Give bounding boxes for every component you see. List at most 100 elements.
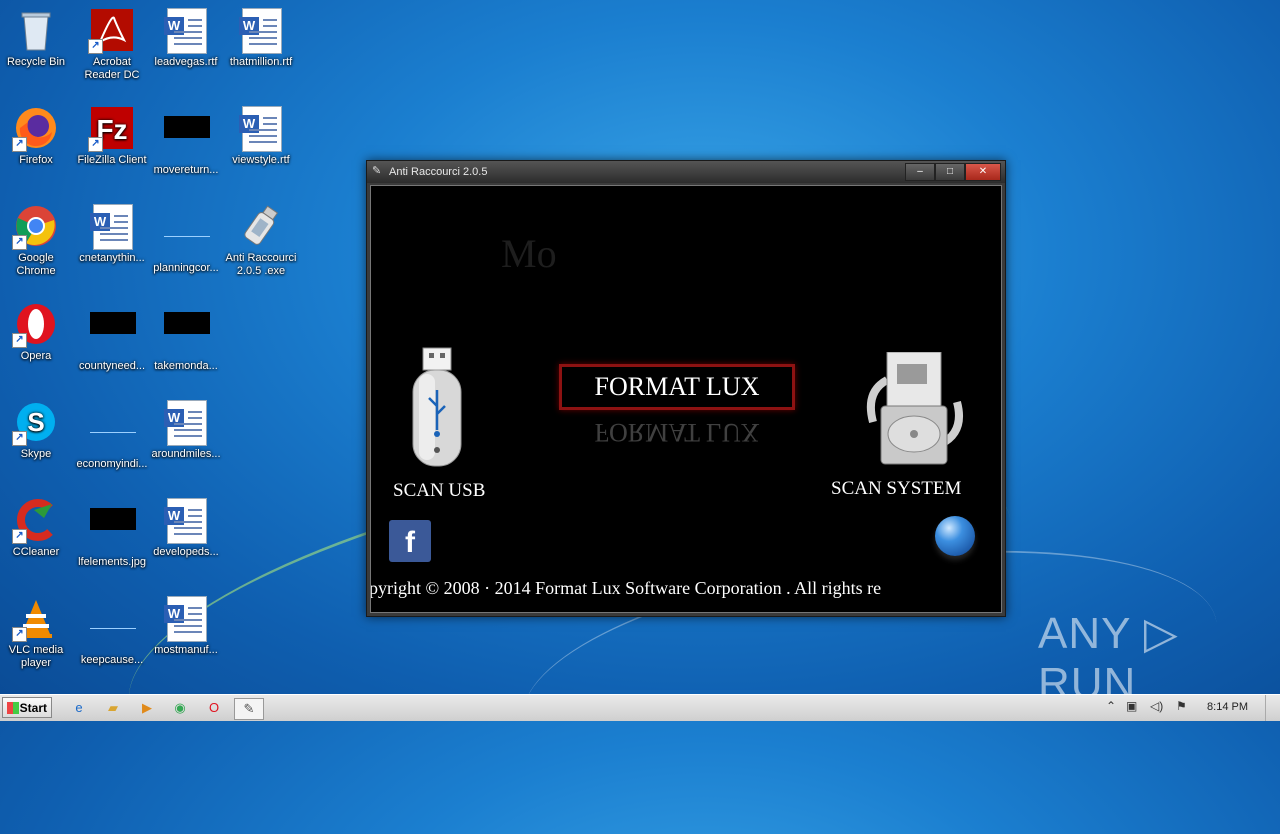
desktop-icon-label: Opera: [20, 350, 52, 362]
image-thumbnail-icon: [90, 508, 136, 552]
scan-usb-icon[interactable]: [409, 346, 465, 474]
minimize-button[interactable]: –: [905, 163, 935, 181]
action-center-flag-icon[interactable]: ⚑: [1176, 699, 1187, 713]
opera-icon: ↗: [12, 302, 58, 348]
desktop-icon-label: aroundmiles...: [151, 448, 221, 460]
close-button[interactable]: ✕: [965, 163, 1001, 181]
globe-icon[interactable]: [935, 516, 975, 556]
desktop-icon-label: thatmillion.rtf: [229, 56, 293, 68]
desktop-icon-leadvegas[interactable]: W leadvegas.rtf: [150, 8, 222, 69]
show-hidden-icons-icon[interactable]: ⌃: [1106, 699, 1116, 713]
file-thumbnail-icon: [164, 214, 210, 258]
desktop-icon-label: planningcor...: [153, 262, 219, 274]
word-document-icon: W: [239, 8, 283, 54]
scan-system-label[interactable]: SCAN SYSTEM: [831, 478, 961, 500]
desktop-icon-ccleaner[interactable]: ↗ CCleaner: [0, 498, 72, 559]
desktop-icon-label: leadvegas.rtf: [154, 56, 218, 68]
desktop-icon-planningcor[interactable]: planningcor...: [150, 204, 222, 275]
shortcut-arrow-icon: ↗: [12, 529, 27, 544]
filezilla-icon: Fz ↗: [88, 106, 134, 152]
desktop-icon-label: economyindi...: [76, 458, 148, 470]
network-icon[interactable]: ▣: [1126, 699, 1137, 713]
desktop-icon-cnetanythin[interactable]: W cnetanythin...: [76, 204, 148, 265]
scan-usb-label[interactable]: SCAN USB: [393, 480, 485, 502]
desktop-icon-label: Firefox: [19, 154, 53, 166]
desktop-icon-lfelements[interactable]: lfelements.jpg: [76, 498, 148, 569]
desktop-icon-recycle-bin[interactable]: Recycle Bin: [0, 8, 72, 69]
shortcut-arrow-icon: ↗: [12, 431, 27, 446]
desktop-icon-acrobat[interactable]: ↗ Acrobat Reader DC: [76, 8, 148, 82]
desktop-icon-filezilla[interactable]: Fz ↗ FileZilla Client: [76, 106, 148, 167]
desktop-icon-developeds[interactable]: W developeds...: [150, 498, 222, 559]
desktop-icon-vlc[interactable]: ↗ VLC media player: [0, 596, 72, 670]
desktop-icon-takemonda[interactable]: takemonda...: [150, 302, 222, 373]
file-thumbnail-icon: [164, 116, 210, 160]
desktop-icon-skype[interactable]: S ↗ Skype: [0, 400, 72, 461]
desktop-icon-anti-raccourci-exe[interactable]: Anti Raccourci 2.0.5 .exe: [225, 204, 297, 278]
word-document-icon: W: [164, 498, 208, 544]
desktop-icon-keepcause[interactable]: keepcause...: [76, 596, 148, 667]
desktop-icon-viewstyle[interactable]: W viewstyle.rtf: [225, 106, 297, 167]
vlc-icon: ↗: [12, 596, 58, 642]
acrobat-icon: ↗: [88, 8, 134, 54]
clock[interactable]: 8:14 PM: [1207, 701, 1248, 713]
desktop-icon-economyindi[interactable]: economyindi...: [76, 400, 148, 471]
window-titlebar[interactable]: ✎ Anti Raccourci 2.0.5 – □ ✕: [367, 161, 1005, 183]
word-document-icon: W: [90, 204, 134, 250]
copyright-text: pyright © 2008 · 2014 Format Lux Softwar…: [371, 578, 882, 598]
ccleaner-icon: ↗: [12, 498, 58, 544]
firefox-icon: ↗: [12, 106, 58, 152]
skype-icon: S ↗: [12, 400, 58, 446]
chrome-icon: ↗: [12, 204, 58, 250]
system-tray: ⌃ ▣ ◁) ⚑: [1100, 695, 1280, 721]
facebook-icon[interactable]: f: [389, 520, 431, 562]
usb-drive-icon: [239, 204, 283, 248]
svg-text:S: S: [27, 407, 44, 437]
opera-taskbar-icon[interactable]: O: [203, 698, 225, 718]
desktop-icon-label: developeds...: [153, 546, 219, 558]
desktop-icon-label: lfelements.jpg: [78, 556, 146, 568]
desktop-icon-countyneed[interactable]: countyneed...: [76, 302, 148, 373]
anti-raccourci-taskbar-icon[interactable]: ✎: [234, 698, 264, 720]
volume-icon[interactable]: ◁): [1150, 699, 1163, 713]
desktop-icon-aroundmiles[interactable]: W aroundmiles...: [150, 400, 222, 461]
file-thumbnail-icon: [90, 606, 136, 650]
desktop-icon-label: movereturn...: [153, 164, 219, 176]
desktop-icon-label: takemonda...: [154, 360, 218, 372]
desktop-icon-opera[interactable]: ↗ Opera: [0, 302, 72, 363]
word-document-icon: W: [164, 596, 208, 642]
desktop-icon-mostmanuf[interactable]: W mostmanuf...: [150, 596, 222, 657]
file-thumbnail-icon: [164, 312, 210, 356]
internet-explorer-icon[interactable]: e: [68, 698, 90, 718]
desktop-icon-thatmillion[interactable]: W thatmillion.rtf: [225, 8, 297, 69]
media-player-icon[interactable]: ▶: [136, 698, 158, 718]
file-thumbnail-icon: [90, 410, 136, 454]
scan-system-icon[interactable]: [859, 351, 969, 470]
chrome-taskbar-icon[interactable]: ◉: [169, 698, 191, 718]
desktop-icon-label: Google Chrome: [16, 252, 56, 277]
desktop-icon-firefox[interactable]: ↗ Firefox: [0, 106, 72, 167]
faded-text: Mo: [501, 231, 557, 276]
desktop-icon-movereturn[interactable]: movereturn...: [150, 106, 222, 177]
shortcut-arrow-icon: ↗: [12, 333, 27, 348]
word-document-icon: W: [239, 106, 283, 152]
file-explorer-icon[interactable]: ▰: [102, 698, 124, 718]
show-desktop-button[interactable]: [1265, 695, 1280, 721]
shortcut-arrow-icon: ↗: [12, 137, 27, 152]
desktop-icon-label: Skype: [20, 448, 52, 460]
recycle-bin-icon: [14, 8, 58, 52]
desktop-icon-google-chrome[interactable]: ↗ Google Chrome: [0, 204, 72, 278]
desktop-icon-label: CCleaner: [12, 546, 60, 558]
app-usb-icon: ✎: [372, 165, 382, 177]
logo-reflection: FORMAT LUX: [594, 418, 760, 447]
shortcut-arrow-icon: ↗: [12, 627, 27, 642]
desktop-icon-label: keepcause...: [80, 654, 144, 666]
anti-raccourci-window: ✎ Anti Raccourci 2.0.5 – □ ✕ Mo SCAN USB…: [366, 160, 1006, 617]
file-thumbnail-icon: [90, 312, 136, 356]
window-title: Anti Raccourci 2.0.5: [389, 166, 488, 178]
desktop-icon-label: mostmanuf...: [154, 644, 218, 656]
start-button[interactable]: Start: [2, 697, 52, 718]
maximize-button[interactable]: □: [935, 163, 965, 181]
copyright-ticker: pyright © 2008 · 2014 Format Lux Softwar…: [371, 578, 1001, 599]
app-content: Mo SCAN USB FORMAT LUX FORMAT LUX SCAN S…: [370, 185, 1002, 613]
